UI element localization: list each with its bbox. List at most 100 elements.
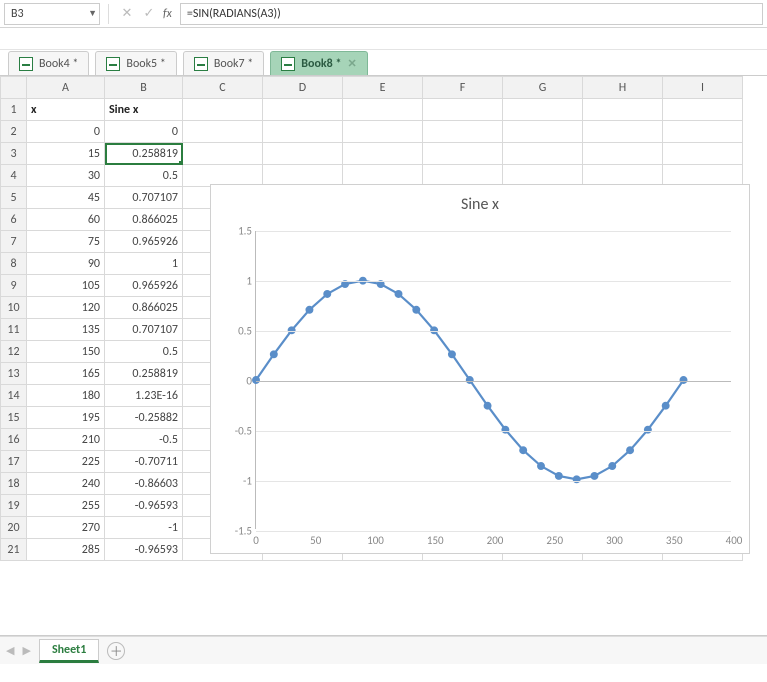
cell[interactable]: 60 xyxy=(27,209,105,231)
cell[interactable]: 75 xyxy=(27,231,105,253)
row-header[interactable]: 11 xyxy=(1,319,27,341)
cell[interactable]: 0.5 xyxy=(105,165,183,187)
row-header[interactable]: 20 xyxy=(1,517,27,539)
name-box[interactable]: B3 ▼ xyxy=(4,3,100,25)
cell[interactable]: 0.965926 xyxy=(105,231,183,253)
cell[interactable] xyxy=(183,99,263,121)
cell[interactable] xyxy=(343,99,423,121)
sheet-nav-next-icon[interactable]: ▶ xyxy=(22,644,30,657)
row-header[interactable]: 12 xyxy=(1,341,27,363)
cell[interactable]: 0.866025 xyxy=(105,209,183,231)
cell[interactable]: -0.96593 xyxy=(105,539,183,561)
cell[interactable]: -0.70711 xyxy=(105,451,183,473)
select-all-corner[interactable] xyxy=(1,77,27,99)
column-header[interactable]: F xyxy=(423,77,503,99)
row-header[interactable]: 1 xyxy=(1,99,27,121)
cell[interactable]: 195 xyxy=(27,407,105,429)
cell[interactable]: 30 xyxy=(27,165,105,187)
cell[interactable] xyxy=(263,99,343,121)
row-header[interactable]: 15 xyxy=(1,407,27,429)
embedded-chart[interactable]: Sine x -1.5-1-0.500.511.5050100150200250… xyxy=(210,184,750,554)
workbook-tab[interactable]: Book5 * xyxy=(95,51,176,75)
cell[interactable]: 165 xyxy=(27,363,105,385)
row-header[interactable]: 5 xyxy=(1,187,27,209)
row-header[interactable]: 14 xyxy=(1,385,27,407)
cell[interactable] xyxy=(583,121,663,143)
cell[interactable] xyxy=(263,121,343,143)
cell[interactable]: 15 xyxy=(27,143,105,165)
column-header[interactable]: A xyxy=(27,77,105,99)
cell[interactable] xyxy=(423,99,503,121)
column-header[interactable]: H xyxy=(583,77,663,99)
cell[interactable]: -0.25882 xyxy=(105,407,183,429)
cell[interactable] xyxy=(663,143,743,165)
cell[interactable]: 45 xyxy=(27,187,105,209)
cell[interactable]: 150 xyxy=(27,341,105,363)
cell[interactable]: 90 xyxy=(27,253,105,275)
cell[interactable] xyxy=(503,121,583,143)
row-header[interactable]: 9 xyxy=(1,275,27,297)
cell[interactable]: 1 xyxy=(105,253,183,275)
cell[interactable] xyxy=(663,99,743,121)
workbook-tab[interactable]: Book8 *✕ xyxy=(270,51,367,75)
cell[interactable]: 285 xyxy=(27,539,105,561)
cell[interactable]: 135 xyxy=(27,319,105,341)
row-header[interactable]: 16 xyxy=(1,429,27,451)
workbook-tab[interactable]: Book4 * xyxy=(8,51,89,75)
row-header[interactable]: 19 xyxy=(1,495,27,517)
spreadsheet-grid[interactable]: ABCDEFGHI1xSine x2003150.2588194300.5545… xyxy=(0,76,767,636)
cell[interactable]: 180 xyxy=(27,385,105,407)
cell[interactable] xyxy=(183,121,263,143)
row-header[interactable]: 7 xyxy=(1,231,27,253)
cell[interactable]: 0.965926 xyxy=(105,275,183,297)
row-header[interactable]: 4 xyxy=(1,165,27,187)
cell[interactable] xyxy=(183,143,263,165)
row-header[interactable]: 10 xyxy=(1,297,27,319)
cell[interactable] xyxy=(343,121,423,143)
cell[interactable] xyxy=(423,143,503,165)
cell[interactable]: 120 xyxy=(27,297,105,319)
sheet-tab[interactable]: Sheet1 xyxy=(39,639,99,663)
row-header[interactable]: 17 xyxy=(1,451,27,473)
row-header[interactable]: 2 xyxy=(1,121,27,143)
row-header[interactable]: 18 xyxy=(1,473,27,495)
row-header[interactable]: 8 xyxy=(1,253,27,275)
row-header[interactable]: 21 xyxy=(1,539,27,561)
column-header[interactable]: B xyxy=(105,77,183,99)
workbook-tab[interactable]: Book7 * xyxy=(183,51,264,75)
cell[interactable]: 240 xyxy=(27,473,105,495)
cell[interactable]: Sine x xyxy=(105,99,183,121)
cell[interactable]: 0.5 xyxy=(105,341,183,363)
cell[interactable]: -1 xyxy=(105,517,183,539)
column-header[interactable]: D xyxy=(263,77,343,99)
cell[interactable] xyxy=(423,121,503,143)
cell[interactable] xyxy=(583,99,663,121)
cell[interactable]: 210 xyxy=(27,429,105,451)
cell[interactable]: 270 xyxy=(27,517,105,539)
cell[interactable]: -0.96593 xyxy=(105,495,183,517)
fx-icon[interactable]: fx xyxy=(163,7,172,21)
cell[interactable]: 105 xyxy=(27,275,105,297)
cell[interactable]: 225 xyxy=(27,451,105,473)
cancel-formula-button[interactable]: ✕ xyxy=(117,4,137,24)
cell[interactable]: 0.707107 xyxy=(105,187,183,209)
chevron-down-icon[interactable]: ▼ xyxy=(88,8,97,19)
row-header[interactable]: 13 xyxy=(1,363,27,385)
cell[interactable]: -0.86603 xyxy=(105,473,183,495)
cell[interactable] xyxy=(503,143,583,165)
formula-input[interactable]: =SIN(RADIANS(A3)) xyxy=(180,3,763,25)
column-header[interactable]: C xyxy=(183,77,263,99)
cell[interactable]: 255 xyxy=(27,495,105,517)
cell[interactable]: 0 xyxy=(105,121,183,143)
cell[interactable]: 0 xyxy=(27,121,105,143)
cell[interactable]: 0.258819 xyxy=(105,363,183,385)
cell[interactable] xyxy=(263,143,343,165)
cell[interactable]: 0.866025 xyxy=(105,297,183,319)
cell[interactable] xyxy=(503,99,583,121)
sheet-nav-prev-icon[interactable]: ◀ xyxy=(6,644,14,657)
column-header[interactable]: E xyxy=(343,77,423,99)
close-icon[interactable]: ✕ xyxy=(347,57,356,70)
column-header[interactable]: G xyxy=(503,77,583,99)
accept-formula-button[interactable]: ✓ xyxy=(139,4,159,24)
add-sheet-button[interactable]: ＋ xyxy=(107,642,125,660)
